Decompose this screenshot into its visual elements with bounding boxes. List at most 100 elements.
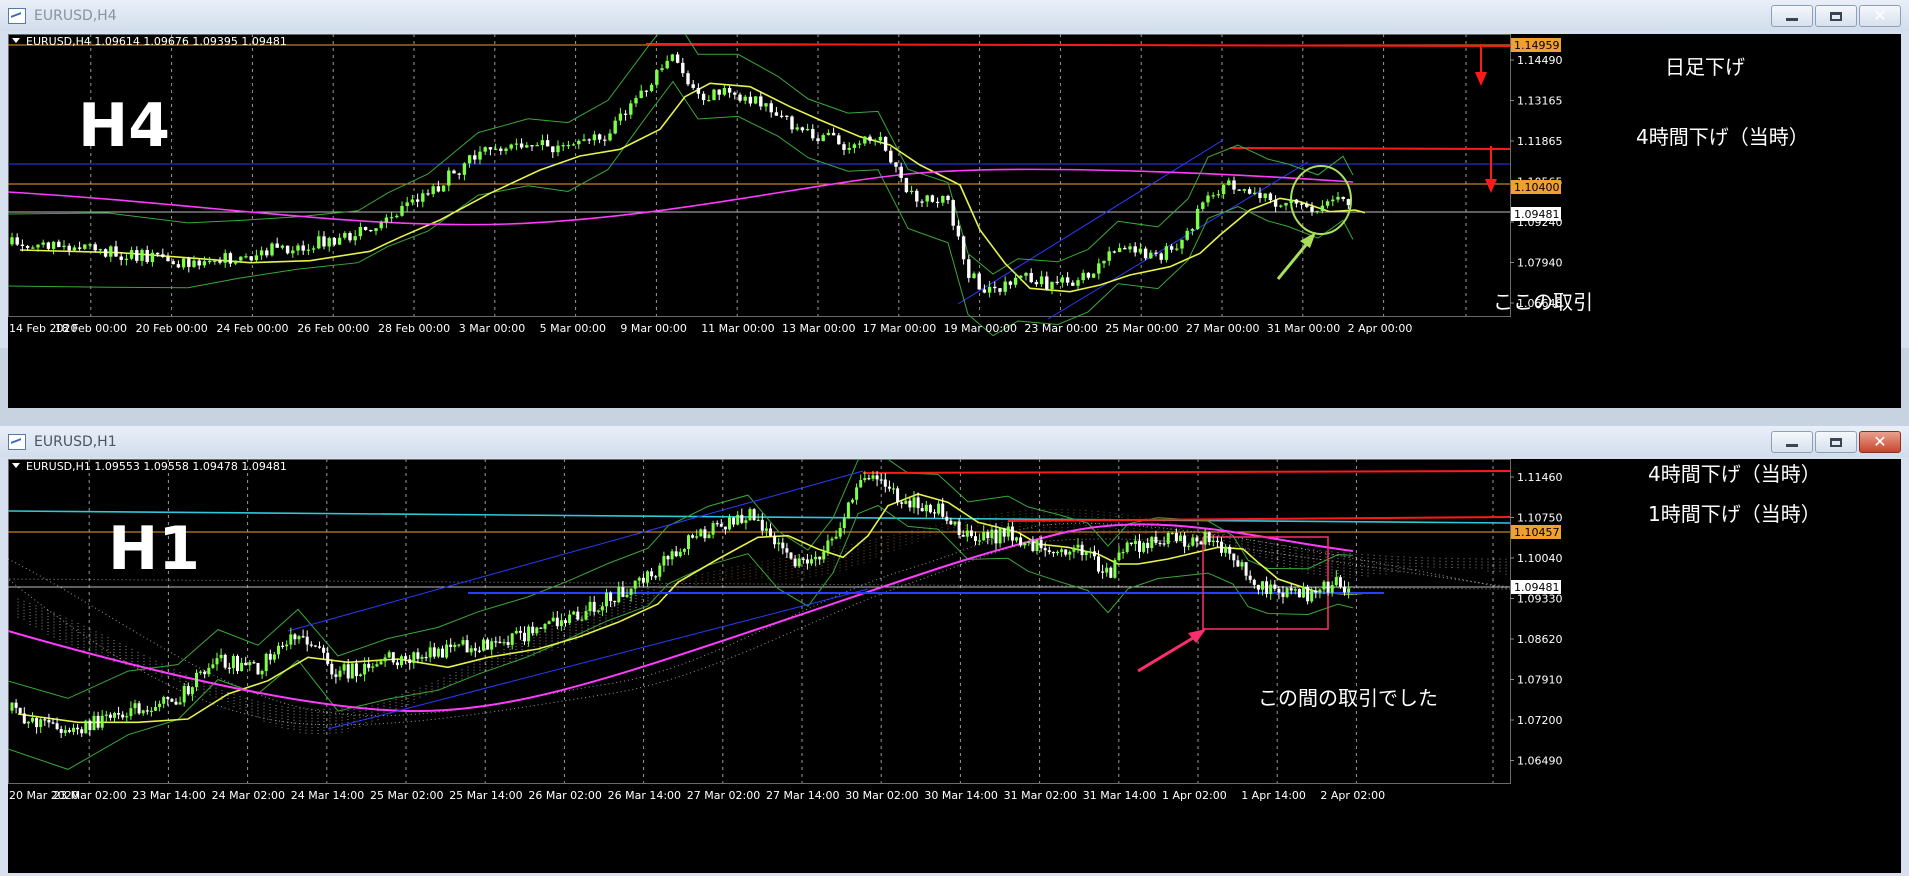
candle-body	[733, 92, 737, 95]
candle-body	[596, 610, 600, 612]
h1-chart-svg[interactable]: EURUSD,H1 1.09553 1.09558 1.09478 1.0948…	[8, 459, 1901, 873]
candle-body	[129, 708, 133, 717]
candle-body	[395, 662, 399, 666]
maximize-button[interactable]	[1815, 431, 1857, 453]
candle-body	[268, 653, 272, 660]
candle-body	[502, 642, 506, 644]
candle-body	[1008, 281, 1013, 285]
candle-body	[900, 502, 904, 504]
candle-body	[1169, 246, 1174, 250]
candle-body	[935, 201, 940, 204]
candle-body	[176, 264, 181, 268]
candle-body	[1236, 560, 1240, 567]
candle-body	[777, 542, 781, 545]
minimize-button[interactable]	[1771, 5, 1813, 27]
candle-body	[805, 128, 810, 131]
chart-canvas[interactable]: EURUSD,H1 1.09553 1.09558 1.09478 1.0948…	[8, 459, 1901, 873]
candle-body	[634, 98, 638, 104]
time-axis-label: 1 Apr 02:00	[1162, 789, 1227, 802]
candle-body	[1031, 541, 1035, 551]
chart-window-h4[interactable]: EURUSD,H4 ✕ EURUSD,H4 1.09614 1.09676 1.…	[0, 0, 1909, 408]
candle-body	[1221, 184, 1226, 195]
candle-body	[566, 145, 571, 147]
candle-body	[293, 634, 297, 640]
candle-body	[318, 646, 321, 648]
maximize-button[interactable]	[1815, 5, 1857, 27]
chart-window-h1[interactable]: EURUSD,H1 ✕ EURUSD,H1 1.09553 1.09558 1.…	[0, 426, 1909, 876]
candle-body	[514, 630, 518, 634]
candle-body	[941, 195, 945, 203]
candle-body	[723, 526, 727, 530]
candle-body	[946, 195, 950, 201]
candle-body	[764, 528, 768, 531]
symbol-info-line: EURUSD,H4 1.09614 1.09676 1.09395 1.0948…	[26, 35, 287, 48]
candle-body	[1269, 584, 1273, 594]
candle-body	[1056, 551, 1059, 554]
candle-body	[826, 132, 831, 136]
candle-body	[822, 551, 826, 560]
candle-body	[842, 518, 846, 529]
candle-body	[92, 715, 96, 731]
close-button[interactable]: ✕	[1859, 431, 1901, 453]
candle-body	[1013, 277, 1018, 285]
minimize-button[interactable]	[1771, 431, 1813, 453]
candle-body	[449, 644, 453, 648]
candle-body	[654, 576, 658, 578]
candle-body	[972, 273, 976, 278]
candle-body	[506, 642, 510, 645]
candle-body	[264, 653, 268, 672]
price-axis-label: 1.14490	[1517, 54, 1563, 67]
candle-body	[239, 256, 243, 261]
candle-body	[88, 244, 92, 246]
candle-body	[660, 68, 664, 71]
candle-body	[793, 558, 797, 567]
candle-body	[878, 136, 883, 141]
candle-body	[551, 617, 555, 622]
candle-body	[1002, 528, 1006, 537]
candle-body	[305, 636, 309, 645]
candle-body	[410, 199, 415, 203]
candle-body	[1112, 251, 1117, 253]
candle-body	[743, 96, 747, 101]
candle-body	[72, 727, 75, 732]
dropdown-triangle-icon[interactable]	[12, 463, 20, 468]
candle-body	[493, 148, 498, 150]
candle-body	[1334, 577, 1338, 586]
candle-body	[465, 640, 469, 653]
candle-body	[301, 245, 305, 251]
candle-body	[1263, 193, 1267, 199]
candle-body	[527, 626, 531, 642]
candle-body	[207, 667, 211, 675]
candle-body	[1277, 588, 1281, 593]
candle-body	[260, 671, 264, 675]
candle-body	[1273, 584, 1277, 589]
candle-body	[203, 671, 207, 675]
candle-body	[358, 226, 363, 237]
candle-body	[124, 258, 129, 260]
candle-body	[1305, 203, 1309, 207]
candle-body	[1216, 194, 1221, 196]
candle-body	[801, 558, 805, 560]
candle-body	[202, 261, 207, 266]
candle-body	[1003, 281, 1007, 292]
candle-body	[748, 96, 753, 104]
dropdown-triangle-icon[interactable]	[12, 38, 20, 43]
close-button[interactable]: ✕	[1859, 5, 1901, 27]
candle-body	[389, 217, 394, 219]
time-axis-label: 3 Mar 00:00	[459, 322, 525, 335]
title-bar[interactable]: EURUSD,H4 ✕	[0, 0, 1909, 31]
candle-body	[1159, 253, 1163, 260]
candle-body	[736, 514, 740, 525]
chart-canvas[interactable]: EURUSD,H4 1.09614 1.09676 1.09395 1.0948…	[8, 34, 1901, 408]
price-axis-label: 1.07910	[1517, 674, 1563, 687]
candle-body	[461, 640, 465, 645]
h4-chart-svg[interactable]: EURUSD,H4 1.09614 1.09676 1.09395 1.0948…	[8, 34, 1901, 408]
candle-body	[354, 663, 358, 677]
candle-body	[571, 144, 576, 146]
candle-body	[769, 528, 772, 536]
candle-body	[712, 89, 716, 100]
candle-body	[1129, 542, 1133, 545]
candle-body	[1346, 199, 1351, 206]
candle-body	[603, 139, 607, 141]
title-bar[interactable]: EURUSD,H1 ✕	[0, 426, 1909, 457]
